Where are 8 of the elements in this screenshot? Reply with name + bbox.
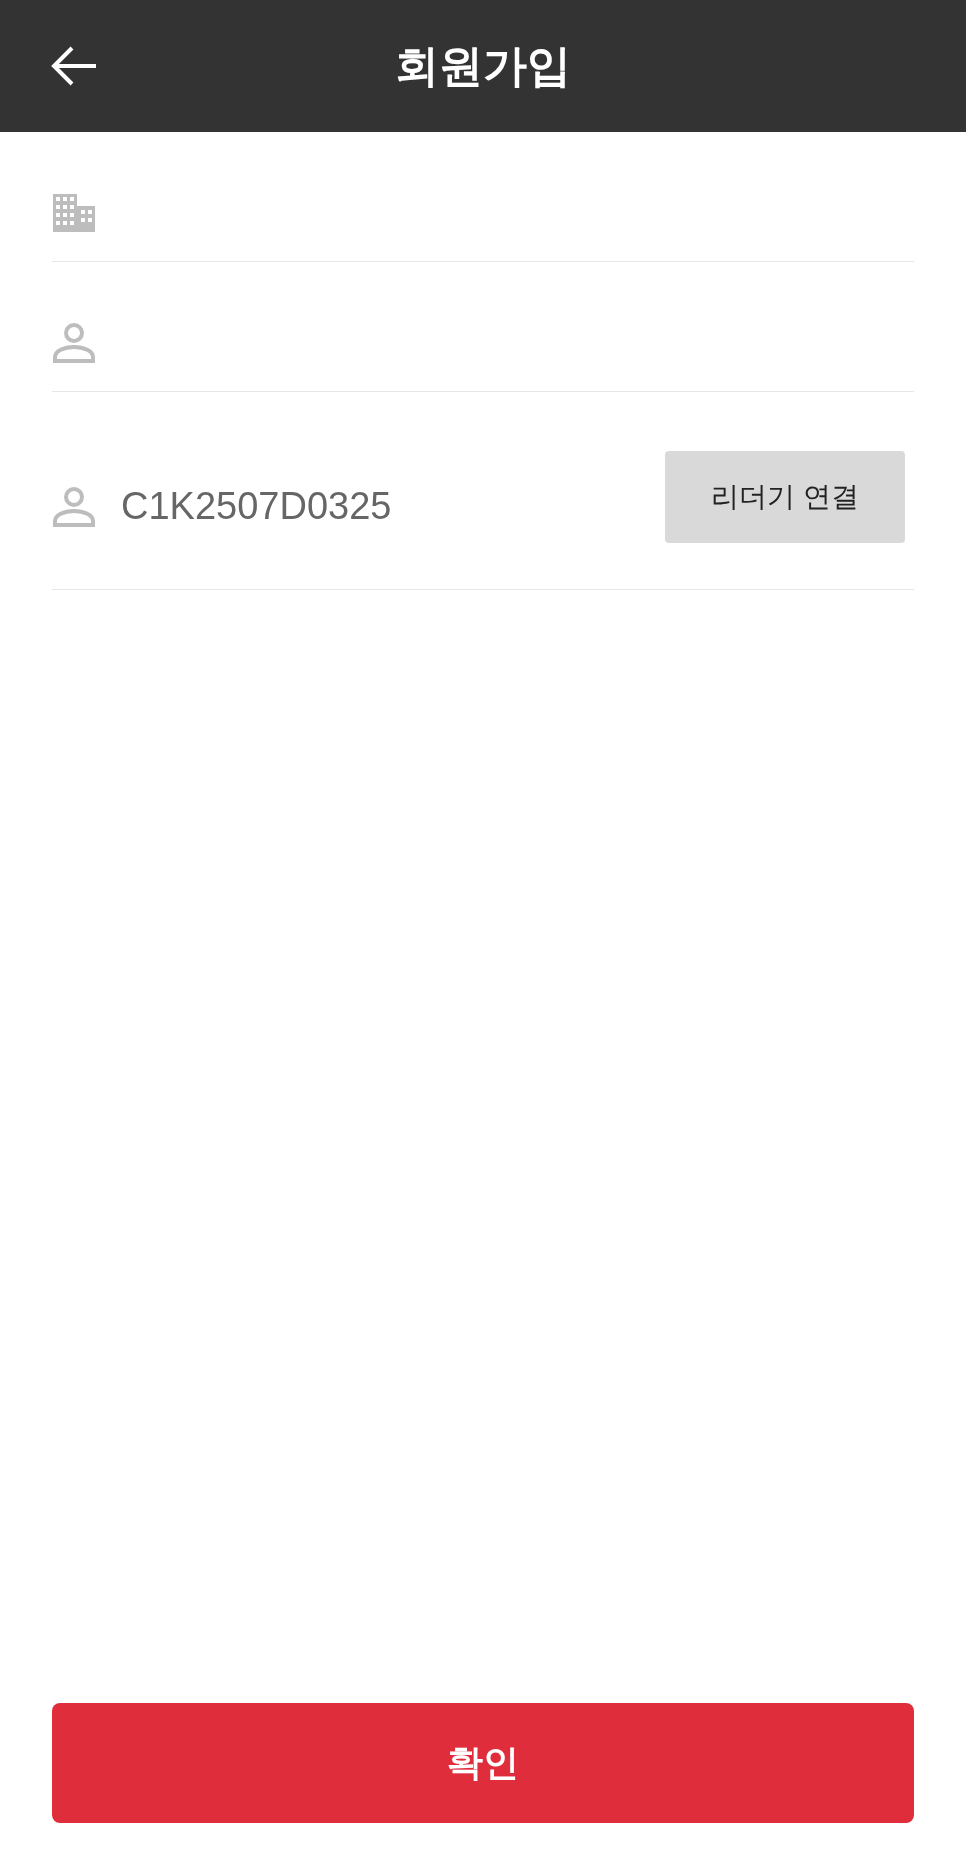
confirm-button[interactable]: 확인 [52, 1703, 914, 1823]
connect-reader-button[interactable]: 리더기 연결 [665, 450, 905, 543]
back-arrow-icon[interactable] [50, 46, 98, 86]
person-icon [53, 322, 95, 363]
building-icon [53, 193, 95, 232]
page-title: 회원가입 [395, 38, 571, 93]
input-field[interactable]: C1K2507D0325 [121, 476, 639, 537]
person-icon [53, 486, 95, 527]
